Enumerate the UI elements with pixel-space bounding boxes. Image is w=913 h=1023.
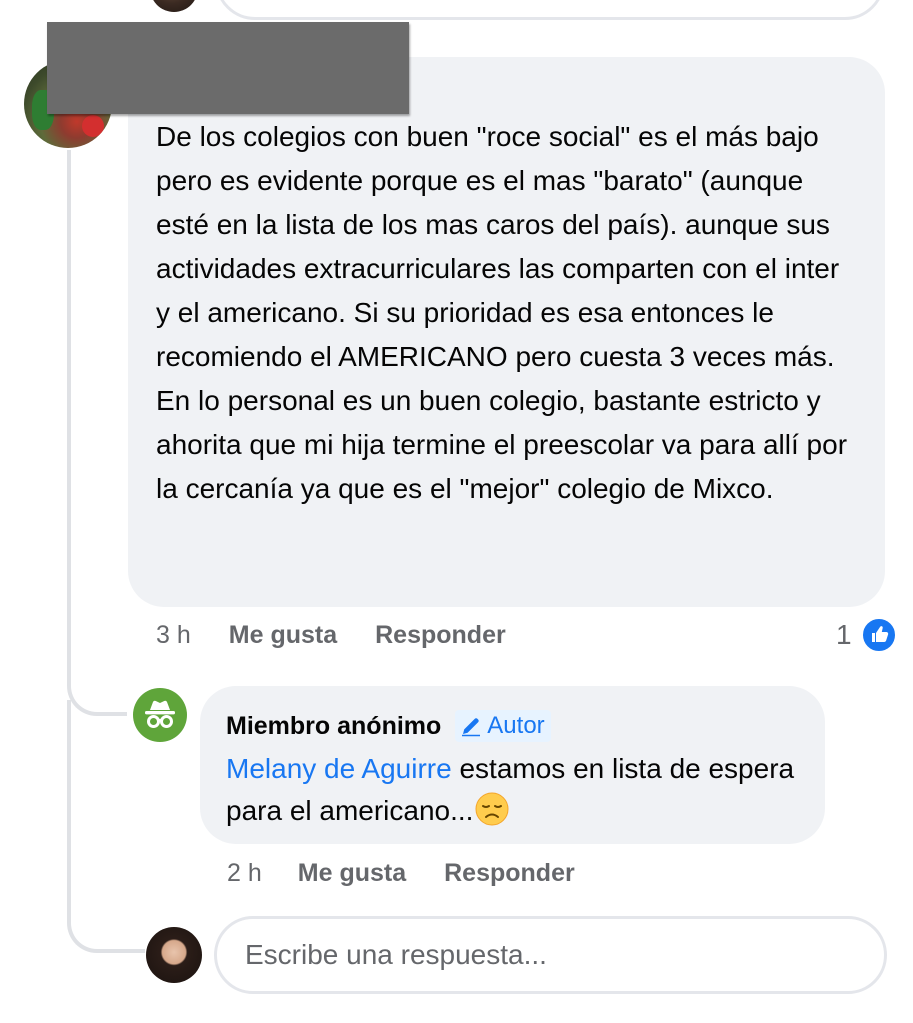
- author-badge: Autor: [455, 710, 551, 742]
- redacted-author-name: [47, 22, 409, 114]
- reply-author-name[interactable]: Miembro anónimo: [226, 712, 441, 741]
- reply-timestamp[interactable]: 2 h: [227, 859, 262, 888]
- current-user-avatar[interactable]: [146, 927, 202, 983]
- disappointed-face-icon: [475, 792, 509, 826]
- author-badge-label: Autor: [487, 712, 545, 739]
- reply-reply-button[interactable]: Responder: [444, 859, 575, 888]
- reply-input-box[interactable]: [214, 916, 887, 994]
- previous-reply-input[interactable]: [215, 0, 885, 20]
- previous-user-avatar[interactable]: [150, 0, 198, 12]
- reply-text-block: Melany de Aguirre estamos en lista de es…: [226, 748, 799, 832]
- comment-bubble: De los colegios con buen "roce social" e…: [128, 57, 885, 607]
- comment-timestamp[interactable]: 3 h: [156, 621, 191, 650]
- reply-bubble: Miembro anónimo Autor Melany de Aguirre …: [200, 686, 825, 844]
- thread-line-main: [67, 150, 71, 680]
- reply-button[interactable]: Responder: [375, 621, 506, 650]
- reply-input[interactable]: [243, 938, 847, 972]
- mention-link[interactable]: Melany de Aguirre: [226, 753, 452, 784]
- reply-actions: 2 h Me gusta Responder: [227, 859, 575, 888]
- reply-like-button[interactable]: Me gusta: [298, 859, 406, 888]
- like-button[interactable]: Me gusta: [229, 621, 337, 650]
- avatar-detail: [82, 115, 104, 137]
- pencil-icon: [462, 718, 481, 737]
- comment-actions: 3 h Me gusta Responder: [156, 621, 506, 650]
- comment-text: De los colegios con buen "roce social" e…: [156, 121, 848, 504]
- anonymous-member-avatar[interactable]: [133, 688, 187, 742]
- reply-header: Miembro anónimo Autor: [226, 708, 799, 744]
- reaction-count[interactable]: 1: [836, 619, 852, 651]
- incognito-icon: [145, 700, 175, 728]
- like-thumb-icon[interactable]: [861, 617, 897, 653]
